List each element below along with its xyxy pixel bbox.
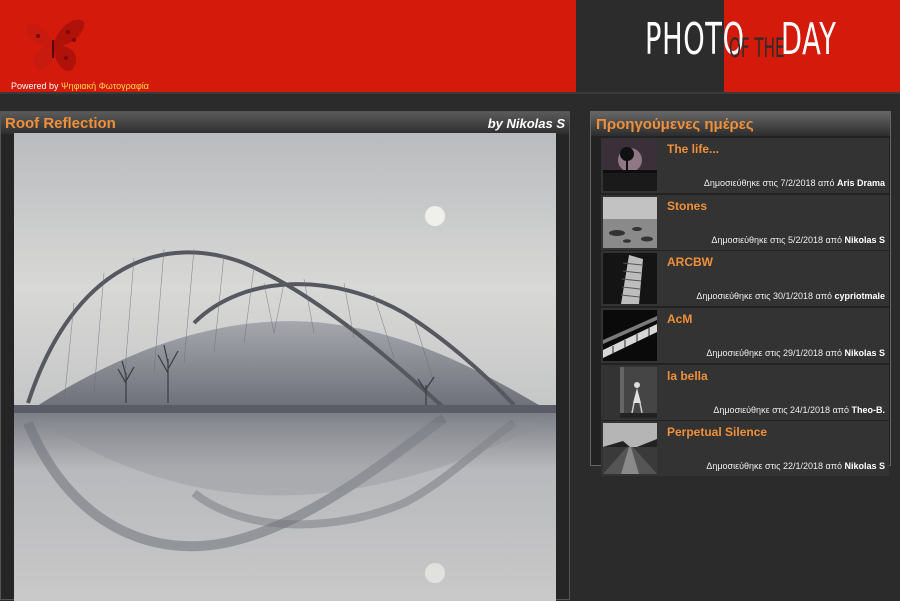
thumbnail-perpetual-silence[interactable] [603,423,657,474]
item-meta: Δημοσιεύθηκε στις 22/1/2018 από Nikolas … [706,461,885,471]
item-meta: Δημοσιεύθηκε στις 7/2/2018 από Aris Dram… [704,178,885,188]
photo-titlebar: Roof Reflection by Nikolas S [1,112,569,134]
powered-by-text: Powered by Ψηφιακή Φωτογραφία [11,81,149,91]
logo-word-day: DAY [781,14,837,65]
photo-title: Roof Reflection [5,115,116,132]
list-item[interactable]: la bella Δημοσιεύθηκε στις 24/1/2018 από… [601,365,889,420]
logo-word-ofthe: OF THE [729,33,785,64]
item-meta: Δημοσιεύθηκε στις 24/1/2018 από Theo-B. [713,405,885,415]
item-title[interactable]: ARCBW [667,255,713,269]
item-title[interactable]: la bella [667,369,708,383]
thumbnail-stones[interactable] [603,197,657,248]
thumbnail-la-bella[interactable] [603,367,657,418]
thumbnail-arcbw[interactable] [603,253,657,304]
item-author[interactable]: Nikolas S [844,461,885,471]
item-meta-prefix: Δημοσιεύθηκε στις 24/1/2018 από [713,405,849,415]
previous-days-title: Προηγούμενες ημέρες [596,116,754,133]
item-author[interactable]: Theo-B. [852,405,886,415]
thumbnail-acm[interactable] [603,310,657,361]
photo-of-the-day-logo[interactable]: PHOTO OF THE DAY [645,14,845,72]
item-author[interactable]: cypriotmale [834,291,885,301]
photo-panel: Roof Reflection by Nikolas S [0,111,570,601]
site-header: Powered by Ψηφιακή Φωτογραφία PHOTO OF T… [0,0,900,94]
list-item[interactable]: Stones Δημοσιεύθηκε στις 5/2/2018 από Ni… [601,195,889,250]
item-title[interactable]: AcM [667,312,692,326]
item-title[interactable]: Stones [667,199,707,213]
list-item[interactable]: Perpetual Silence Δημοσιεύθηκε στις 22/1… [601,421,889,476]
list-item[interactable]: The life... Δημοσιεύθηκε στις 7/2/2018 α… [601,138,889,193]
header-divider [0,92,900,94]
photo-author[interactable]: by Nikolas S [488,116,565,131]
item-meta-prefix: Δημοσιεύθηκε στις 22/1/2018 από [706,461,842,471]
list-item[interactable]: AcM Δημοσιεύθηκε στις 29/1/2018 από Niko… [601,308,889,363]
item-author[interactable]: Nikolas S [844,348,885,358]
powered-brand-link[interactable]: Ψηφιακή Φωτογραφία [61,81,149,91]
previous-days-panel: Προηγούμενες ημέρες The life... Δημοσιεύ… [590,111,891,476]
item-meta-prefix: Δημοσιεύθηκε στις 7/2/2018 από [703,178,835,188]
powered-prefix: Powered by [11,81,59,91]
previous-days-titlebar: Προηγούμενες ημέρες [591,112,890,136]
item-meta-prefix: Δημοσιεύθηκε στις 5/2/2018 από [711,235,842,245]
item-meta: Δημοσιεύθηκε στις 5/2/2018 από Nikolas S [711,235,885,245]
item-meta: Δημοσιεύθηκε στις 30/1/2018 από cypriotm… [696,291,885,301]
item-title[interactable]: Perpetual Silence [667,425,767,439]
list-item[interactable]: ARCBW Δημοσιεύθηκε στις 30/1/2018 από cy… [601,251,889,306]
item-meta: Δημοσιεύθηκε στις 29/1/2018 από Nikolas … [706,348,885,358]
item-meta-prefix: Δημοσιεύθηκε στις 29/1/2018 από [706,348,842,358]
item-title[interactable]: The life... [667,142,719,156]
item-author[interactable]: Nikolas S [844,235,885,245]
main-photo[interactable] [14,133,556,601]
thumbnail-the-life[interactable] [603,140,657,191]
butterfly-logo-icon[interactable] [18,12,88,78]
item-meta-prefix: Δημοσιεύθηκε στις 30/1/2018 από [696,291,832,301]
item-author[interactable]: Aris Drama [837,178,885,188]
